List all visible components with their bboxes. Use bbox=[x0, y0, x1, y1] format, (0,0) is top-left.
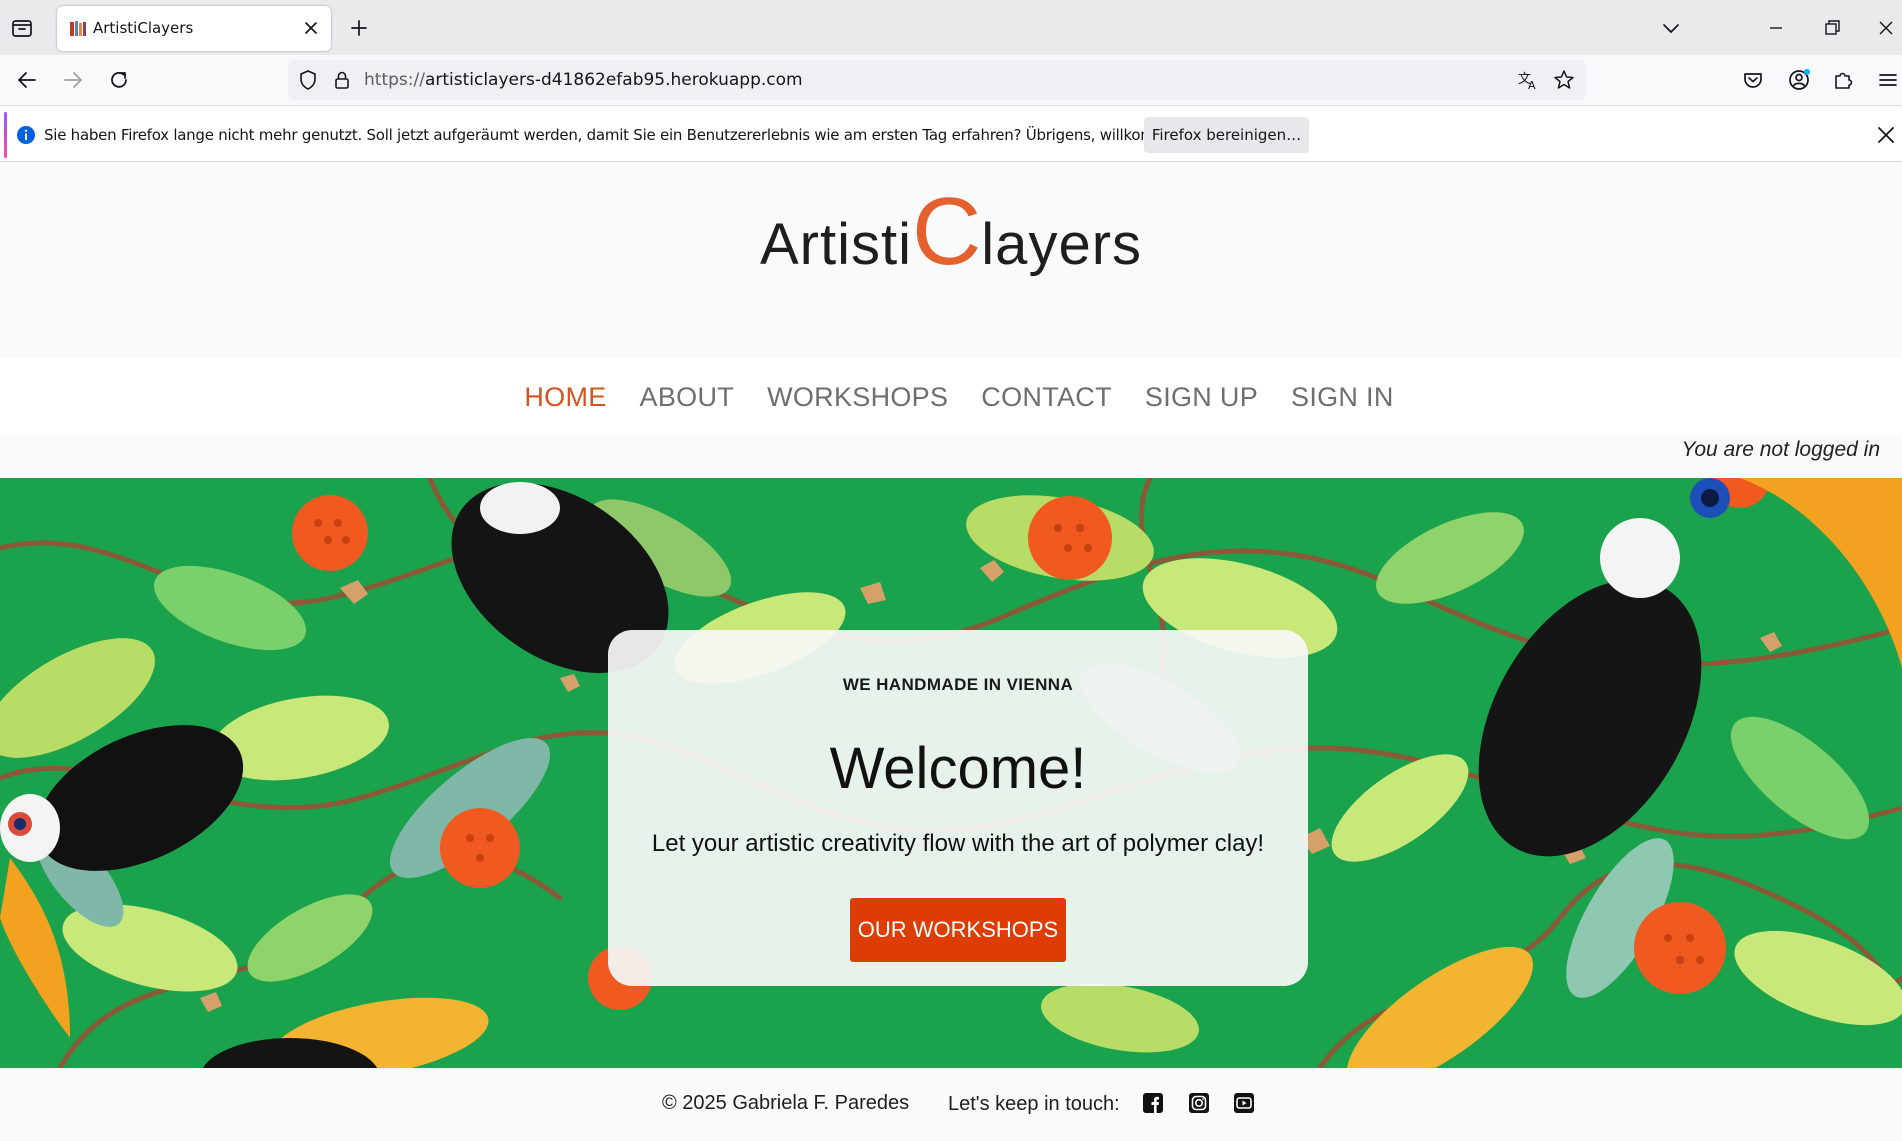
firefox-view-icon[interactable] bbox=[10, 16, 34, 40]
reload-icon[interactable] bbox=[106, 67, 132, 93]
web-page: ArtistiClayers HOME ABOUT WORKSHOPS CONT… bbox=[0, 166, 1902, 1141]
window-restore-icon[interactable] bbox=[1820, 16, 1844, 40]
window-close-icon[interactable] bbox=[1874, 16, 1898, 40]
nav-contact-link[interactable]: CONTACT bbox=[981, 382, 1112, 412]
pocket-icon[interactable] bbox=[1740, 67, 1766, 93]
instagram-icon[interactable] bbox=[1188, 1092, 1210, 1114]
navigation-toolbar: https://artisticlayers-d41862efab95.hero… bbox=[0, 55, 1902, 106]
url-text[interactable]: https://artisticlayers-d41862efab95.hero… bbox=[364, 70, 803, 90]
hero-title: Welcome! bbox=[829, 736, 1087, 801]
nav-signup-link[interactable]: SIGN UP bbox=[1145, 382, 1258, 412]
browser-tab-active[interactable]: ArtistiClayers bbox=[57, 6, 331, 51]
notification-close-icon[interactable] bbox=[1875, 124, 1897, 146]
translate-icon[interactable]: 文 A bbox=[1516, 68, 1540, 92]
hero-eyebrow: WE HANDMADE IN VIENNA bbox=[842, 675, 1074, 694]
youtube-icon[interactable] bbox=[1233, 1092, 1255, 1114]
notification-accent bbox=[4, 112, 7, 158]
list-all-tabs-chevron-icon[interactable] bbox=[1659, 16, 1683, 40]
new-tab-plus-icon[interactable] bbox=[347, 16, 371, 40]
back-arrow-icon[interactable] bbox=[14, 67, 40, 93]
tab-close-icon[interactable] bbox=[301, 18, 321, 38]
tab-title: ArtistiClayers bbox=[93, 19, 194, 37]
info-icon bbox=[17, 126, 35, 144]
nav-workshops-link[interactable]: WORKSHOPS bbox=[767, 382, 948, 412]
keep-in-touch-label: Let's keep in touch: bbox=[948, 1093, 1120, 1115]
hamburger-menu-icon[interactable] bbox=[1875, 67, 1901, 93]
tracking-protection-shield-icon[interactable] bbox=[296, 68, 320, 92]
logo-text-part1: Artisti bbox=[759, 212, 912, 277]
site-footer: © 2025 Gabriela F. Paredes Let's keep in… bbox=[0, 1068, 1902, 1141]
site-favicon-icon bbox=[70, 21, 86, 36]
address-bar[interactable]: https://artisticlayers-d41862efab95.hero… bbox=[288, 60, 1586, 100]
nav-signin-link[interactable]: SIGN IN bbox=[1291, 382, 1394, 412]
tab-strip: ArtistiClayers bbox=[0, 0, 1902, 55]
notification-bar: Sie haben Firefox lange nicht mehr genut… bbox=[0, 108, 1902, 162]
refresh-firefox-button[interactable]: Firefox bereinigen… bbox=[1144, 117, 1309, 153]
account-avatar-icon[interactable] bbox=[1786, 67, 1812, 93]
extensions-puzzle-icon[interactable] bbox=[1830, 67, 1856, 93]
url-scheme: https:// bbox=[364, 70, 425, 90]
lock-icon[interactable] bbox=[330, 68, 354, 92]
copyright-text: © 2025 Gabriela F. Paredes bbox=[662, 1092, 910, 1114]
url-host: artisticlayers-d41862efab95.herokuapp.co… bbox=[424, 70, 803, 90]
window-minimize-icon[interactable] bbox=[1764, 16, 1788, 40]
hero-banner: WE HANDMADE IN VIENNA Welcome! Let your … bbox=[0, 478, 1902, 1068]
login-status-text: You are not logged in bbox=[1681, 438, 1881, 461]
site-logo[interactable]: ArtistiClayers bbox=[0, 184, 1902, 280]
bookmark-star-icon[interactable] bbox=[1552, 68, 1576, 92]
logo-text-part2: layers bbox=[981, 212, 1143, 277]
logo-text-accent-letter: C bbox=[911, 178, 982, 285]
welcome-card: WE HANDMADE IN VIENNA Welcome! Let your … bbox=[608, 630, 1308, 986]
our-workshops-button[interactable]: OUR WORKSHOPS bbox=[850, 898, 1066, 962]
hero-tagline: Let your artistic creativity flow with t… bbox=[651, 830, 1265, 857]
main-navigation: HOME ABOUT WORKSHOPS CONTACT SIGN UP SIG… bbox=[0, 358, 1902, 436]
nav-about-link[interactable]: ABOUT bbox=[640, 382, 735, 412]
nav-home-link[interactable]: HOME bbox=[524, 382, 606, 412]
svg-text:A: A bbox=[1528, 79, 1536, 92]
forward-arrow-icon[interactable] bbox=[60, 67, 86, 93]
notification-message: Sie haben Firefox lange nicht mehr genut… bbox=[44, 126, 1247, 144]
facebook-icon[interactable] bbox=[1142, 1092, 1164, 1114]
